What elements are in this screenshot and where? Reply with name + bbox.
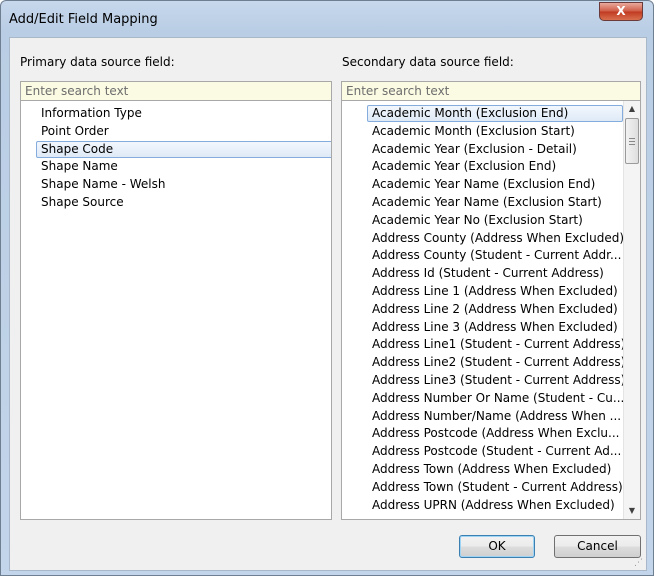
list-item[interactable]: Address Town (Address When Excluded) xyxy=(367,461,623,478)
list-item[interactable]: Academic Year No (Exclusion Start) xyxy=(367,212,623,229)
list-item[interactable]: Address UPRN (Address When Excluded) xyxy=(367,497,623,514)
list-item[interactable]: Academic Year (Exclusion End) xyxy=(367,158,623,175)
resize-grip-icon[interactable]: ⋰ xyxy=(634,558,644,568)
window-title: Add/Edit Field Mapping xyxy=(9,12,158,27)
list-item[interactable]: Academic Year Name (Exclusion End) xyxy=(367,176,623,193)
grip-line xyxy=(629,138,635,139)
list-item[interactable]: Shape Name xyxy=(36,158,331,175)
dialog-window: Add/Edit Field Mapping X Primary data so… xyxy=(0,0,654,576)
dialog-body: Primary data source field: Secondary dat… xyxy=(9,37,647,571)
title-bar[interactable]: Add/Edit Field Mapping X xyxy=(1,1,653,37)
list-item[interactable]: Academic Month (Exclusion End) xyxy=(367,105,623,122)
list-item[interactable]: Address Number Or Name (Student - Cu... xyxy=(367,390,623,407)
list-item[interactable]: Academic Year Name (Exclusion Start) xyxy=(367,194,623,211)
list-item[interactable]: Address Line2 (Student - Current Address… xyxy=(367,354,623,371)
close-icon: X xyxy=(616,4,626,18)
secondary-field-list[interactable]: Academic Month (Exclusion End) Academic M… xyxy=(341,101,641,520)
list-item[interactable]: Address Line 3 (Address When Excluded) xyxy=(367,319,623,336)
list-item[interactable]: Address Line3 (Student - Current Address… xyxy=(367,372,623,389)
close-button[interactable]: X xyxy=(599,2,643,21)
primary-field-list[interactable]: Information Type Point Order Shape Code Sha… xyxy=(20,101,332,520)
list-item[interactable]: Information Type xyxy=(36,105,331,122)
secondary-field-label: Secondary data source field: xyxy=(342,55,514,69)
down-arrow-icon[interactable]: ▼ xyxy=(624,503,640,519)
list-item[interactable]: Academic Month (Exclusion Start) xyxy=(367,123,623,140)
list-item[interactable]: Academic Year (Exclusion - Detail) xyxy=(367,141,623,158)
vertical-scrollbar[interactable]: ▲ ▼ xyxy=(623,101,640,519)
grip-line xyxy=(629,144,635,145)
list-item[interactable]: Address Line1 (Student - Current Address… xyxy=(367,336,623,353)
list-item[interactable]: Address Line 2 (Address When Excluded) xyxy=(367,301,623,318)
secondary-search-input[interactable] xyxy=(341,81,641,101)
up-arrow-icon[interactable]: ▲ xyxy=(624,101,640,117)
primary-field-label: Primary data source field: xyxy=(20,55,175,69)
list-item[interactable]: Address Town (Student - Current Address) xyxy=(367,479,623,496)
grip-line xyxy=(629,141,635,142)
list-item[interactable]: Address Id (Student - Current Address) xyxy=(367,265,623,282)
list-item[interactable]: Address County (Student - Current Addr..… xyxy=(367,247,623,264)
list-item[interactable]: Address County (Address When Excluded) xyxy=(367,230,623,247)
list-item[interactable]: Address Postcode (Student - Current Ad..… xyxy=(367,443,623,460)
primary-search-input[interactable] xyxy=(20,81,332,101)
ok-button[interactable]: OK xyxy=(459,535,535,558)
list-item[interactable]: Address Line 1 (Address When Excluded) xyxy=(367,283,623,300)
list-item[interactable]: Address Postcode (Address When Exclu... xyxy=(367,425,623,442)
list-item[interactable]: Point Order xyxy=(36,123,331,140)
cancel-button[interactable]: Cancel xyxy=(554,535,641,558)
list-item[interactable]: Address Number/Name (Address When ... xyxy=(367,408,623,425)
scrollbar-thumb[interactable] xyxy=(625,118,639,164)
list-item[interactable]: Shape Name - Welsh xyxy=(36,176,331,193)
list-item[interactable]: Shape Code xyxy=(36,140,331,158)
list-item[interactable]: Shape Source xyxy=(36,194,331,211)
